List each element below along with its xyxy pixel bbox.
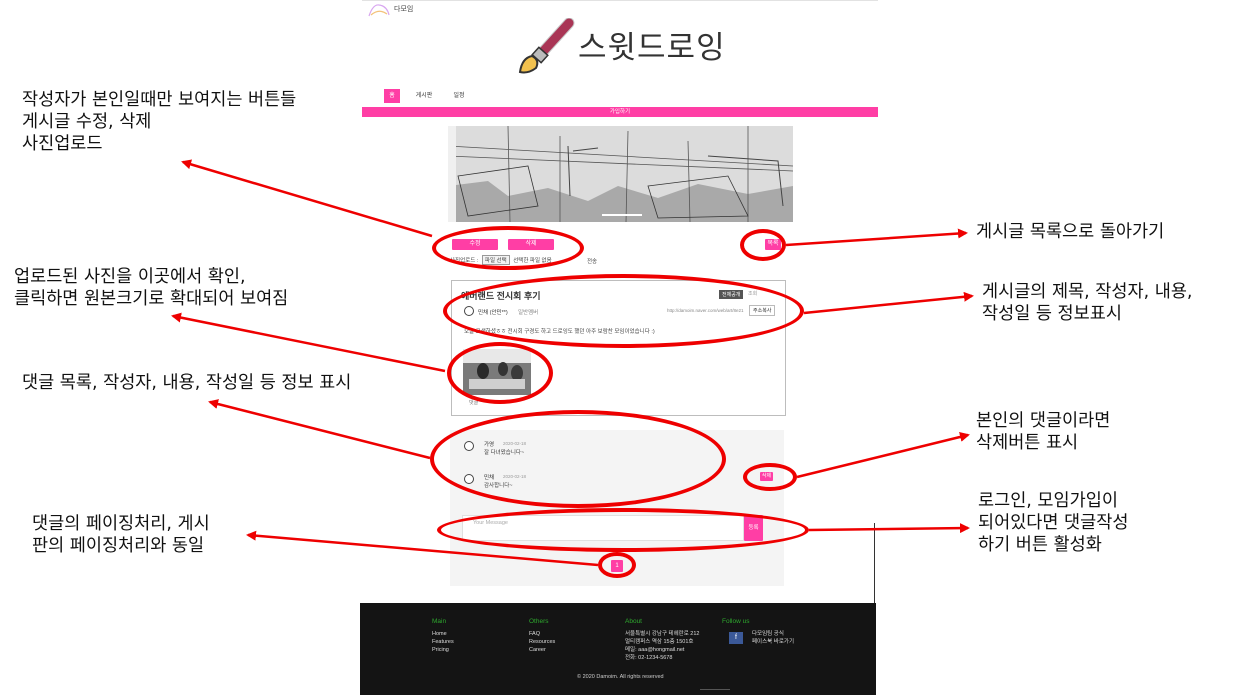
paintbrush-icon <box>518 18 575 74</box>
footer-email: 메일: aaa@hongmail.net <box>625 647 685 653</box>
footer-link[interactable]: Career <box>529 646 555 654</box>
footer-address: 멀티캠퍼스 역삼 15층 1501호 <box>625 639 694 645</box>
footer-phone: 전화: 02-1234-5678 <box>625 655 673 661</box>
note-own-comment: 본인의 댓글이라면 삭제버튼 표시 <box>976 411 1111 453</box>
note-back-to-list: 게시글 목록으로 돌아가기 <box>976 222 1165 242</box>
highlight-comment-form <box>437 508 809 552</box>
highlight-photo <box>447 342 553 404</box>
note-author-buttons: 작성자가 본인일때만 보여지는 버튼들 게시글 수정, 삭제 사진업로드 <box>22 90 297 154</box>
footer-column-about: 서울특별시 강남구 테헤란로 212 멀티캠퍼스 역삼 15층 1501호 메일… <box>625 630 699 662</box>
footer-link[interactable]: FAQ <box>529 630 555 638</box>
footer-address: 서울특별시 강남구 테헤란로 212 <box>625 631 700 637</box>
logo-text[interactable]: 다모임 <box>394 4 413 14</box>
tab-home[interactable]: 홈 <box>384 89 400 103</box>
footer-link[interactable]: Features <box>432 638 454 646</box>
footer-link[interactable]: Pricing <box>432 646 454 654</box>
highlight-list-button <box>740 229 786 261</box>
facebook-icon[interactable]: f <box>729 632 743 644</box>
facebook-link[interactable]: 페이스북 바로가기 <box>752 638 794 646</box>
note-comment-list: 댓글 목록, 작성자, 내용, 작성일 등 정보 표시 <box>22 373 352 393</box>
footer-link[interactable]: Home <box>432 630 454 638</box>
footer-column-follow: 다모임팀 공식 페이스북 바로가기 <box>752 630 794 646</box>
brand-title: 스윗드로잉 <box>578 30 726 66</box>
upload-submit-button[interactable]: 전송 <box>587 257 597 265</box>
logo-icon[interactable] <box>367 2 391 18</box>
highlight-author-buttons <box>432 226 584 270</box>
tab-schedule[interactable]: 일정 <box>448 89 470 103</box>
footer-column-main: Home Features Pricing <box>432 630 454 654</box>
footer-heading: Follow us <box>722 618 750 625</box>
footer-divider <box>700 689 730 690</box>
note-comment-write: 로그인, 모임가입이 되어있다면 댓글작성 하기 버튼 활성화 <box>978 491 1129 555</box>
footer-column-others: FAQ Resources Career <box>529 630 555 654</box>
highlight-comment-list <box>430 410 726 508</box>
divider <box>874 523 875 603</box>
footer-heading: About <box>625 618 642 625</box>
note-uploaded-photo: 업로드된 사진을 이곳에서 확인, 클릭하면 원본크기로 확대되어 보여짐 <box>14 267 289 309</box>
copyright: © 2020 Damoim. All rights reserved <box>577 674 664 680</box>
footer-heading: Main <box>432 618 447 625</box>
facebook-link[interactable]: 다모임팀 공식 <box>752 630 794 638</box>
footer-heading: Others <box>529 618 549 625</box>
highlight-pagination <box>598 552 636 578</box>
highlight-delete-comment <box>743 463 797 491</box>
top-border <box>362 0 878 1</box>
join-button[interactable]: 가입하기 <box>362 107 878 117</box>
footer-link[interactable]: Resources <box>529 638 555 646</box>
note-post-info: 게시글의 제목, 작성자, 내용, 작성일 등 정보표시 <box>982 282 1193 324</box>
banner-image <box>448 126 793 222</box>
highlight-post-info <box>443 274 804 348</box>
tab-board[interactable]: 게시판 <box>410 89 438 103</box>
carousel-indicator[interactable] <box>602 214 642 216</box>
note-comment-paging: 댓글의 페이징처리, 게시 판의 페이징처리와 동일 <box>32 514 210 556</box>
